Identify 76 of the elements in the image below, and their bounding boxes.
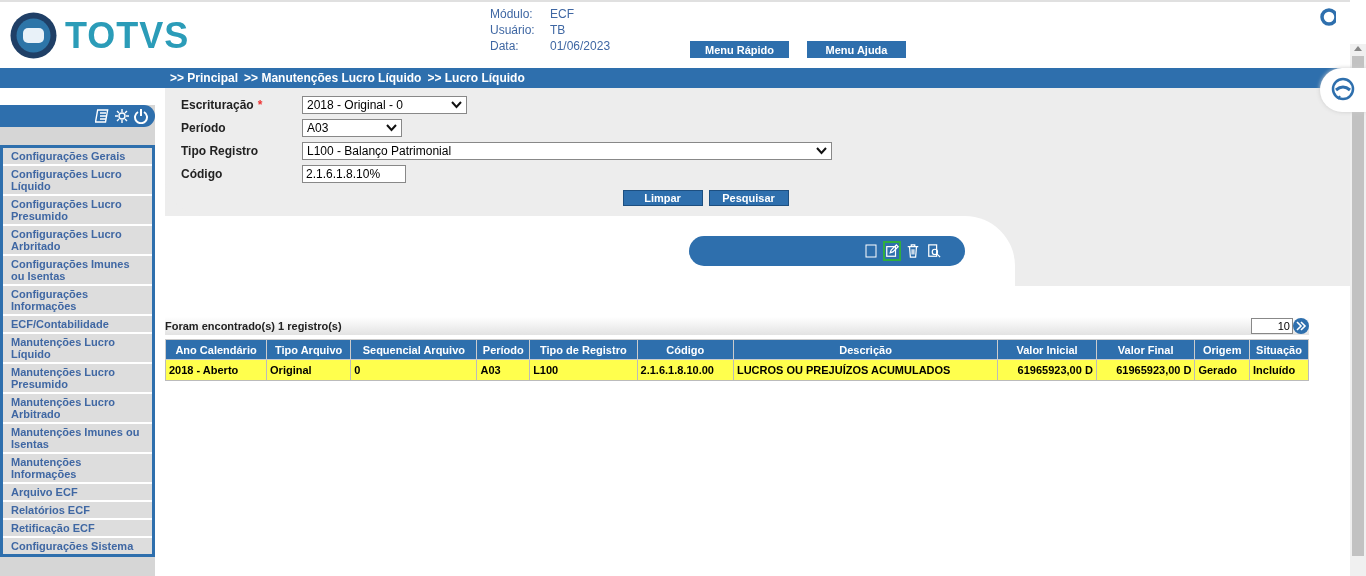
table-cell: A03 [476,359,530,381]
next-page-icon[interactable] [1293,318,1309,334]
table-row[interactable]: 2018 - Aberto Original 0 A03 L100 2.1.6.1.8.10.00 LUCROS OU PREJUÍZOS ACUMULADOS 61965923,00 D 61965923,00 D Gerado Incluído [165,359,1309,381]
caret-icon [451,101,462,109]
table-cell: L100 [529,359,638,381]
column-header[interactable]: Período [476,339,530,360]
table-cell: LUCROS OU PREJUÍZOS ACUMULADOS [733,359,998,381]
column-header[interactable]: Ano Calendário [165,339,267,360]
column-header[interactable]: Situação [1249,339,1309,360]
sidebar-item[interactable]: Manutenções Lucro Arbitrado [3,394,152,422]
partial-logo-icon [1320,8,1336,26]
sidebar-item[interactable]: ECF/Contabilidade [3,316,152,332]
sidebar-item[interactable]: Configurações Lucro Arbritado [3,226,152,254]
sidebar-item[interactable]: Configurações Informações [3,286,152,314]
brand-name: TOTVS [65,14,190,57]
info-value: TB [550,23,567,37]
form-button[interactable]: Pesquisar [708,190,789,206]
form-button[interactable]: Limpar [622,190,703,206]
breadcrumb-link[interactable]: >> Principal [170,71,239,85]
table-cell: Gerado [1194,359,1250,381]
sidebar-item[interactable]: Configurações Lucro Líquido [3,166,152,194]
column-header[interactable]: Tipo de Registro [529,339,638,360]
select-field[interactable]: L100 - Balanço Patrimonial [302,142,832,160]
power-icon[interactable] [133,108,149,124]
info-label: Usuário: [490,23,536,37]
field-label: Escrituração [181,98,254,112]
caret-icon [816,147,827,155]
breadcrumb-link[interactable]: >> Manutenções Lucro Líquido [244,71,422,85]
sidebar-item[interactable]: Manutenções Imunes ou Isentas [3,424,152,452]
column-header[interactable]: Sequencial Arquivo [350,339,477,360]
field-label: Tipo Registro [181,144,259,158]
sidebar-item[interactable]: Relatórios ECF [3,502,152,518]
select-field[interactable]: 2018 - Original - 0 [302,96,467,114]
sidebar-item[interactable]: Retificação ECF [3,520,152,536]
scroll-up-icon[interactable] [1353,44,1363,52]
sidebar-item[interactable]: Configurações Sistema [3,538,152,554]
settings-icon[interactable] [114,108,130,124]
logo-icon [10,12,57,59]
sidebar-item[interactable]: Manutenções Informações [3,454,152,482]
table-cell: 0 [350,359,477,381]
table-cell: Original [266,359,351,381]
results-summary: Foram encontrado(s) 1 registro(s) [165,320,342,332]
breadcrumb-link[interactable]: >> Lucro Líquido [427,71,525,85]
menu-button[interactable]: Menu Ajuda [807,41,906,58]
select-field[interactable]: A03 [302,119,402,137]
column-header[interactable]: Tipo Arquivo [266,339,351,360]
column-header[interactable]: Valor Final [1096,339,1195,360]
column-header[interactable]: Código [637,339,734,360]
column-header[interactable]: Descrição [733,339,998,360]
table-cell: 61965923,00 D [997,359,1097,381]
field-label: Código [181,167,223,181]
sidebar-item[interactable]: Arquivo ECF [3,484,152,500]
menu-button[interactable]: Menu Rápido [690,41,789,58]
sidebar-item[interactable]: Configurações Imunes ou Isentas [3,256,152,284]
page-size-field[interactable]: 10 [1251,318,1293,334]
column-header[interactable]: Valor Inicial [997,339,1097,360]
info-value: ECF [550,7,575,21]
sidebar-item[interactable]: Manutenções Lucro Líquido [3,334,152,362]
caret-icon [386,124,397,132]
scrollbar[interactable] [1350,44,1366,576]
info-value: 01/06/2023 [550,39,612,53]
sidebar-item[interactable]: Configurações Lucro Presumido [3,196,152,224]
table-cell: 2.1.6.1.8.10.00 [637,359,734,381]
info-label: Módulo: [490,7,534,21]
sidebar-item[interactable]: Configurações Gerais [3,148,152,164]
table-cell: Incluído [1249,359,1309,381]
required-mark: * [257,98,263,112]
info-label: Data: [490,39,520,53]
sidebar-item[interactable]: Manutenções Lucro Presumido [3,364,152,392]
chat-button[interactable] [1320,68,1366,112]
field-label: Período [181,121,226,135]
chat-icon [1330,77,1356,103]
column-header[interactable]: Origem [1194,339,1250,360]
table-cell: 61965923,00 D [1096,359,1195,381]
input-field[interactable]: 2.1.6.1.8.10% [302,165,406,183]
table-cell: 2018 - Aberto [165,359,267,381]
